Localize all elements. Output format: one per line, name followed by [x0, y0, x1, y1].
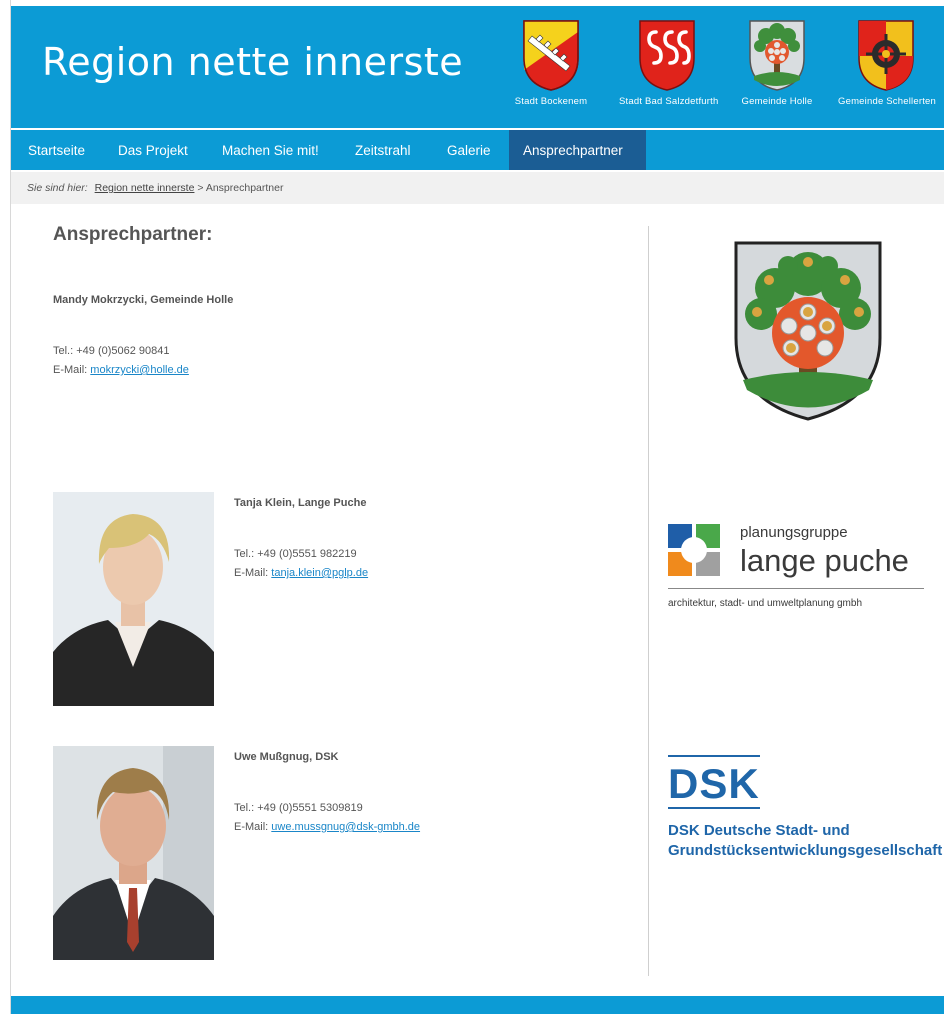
contact-email-label: E-Mail:: [234, 821, 269, 833]
breadcrumb: Sie sind hier: Region nette innerste > A…: [11, 172, 944, 204]
schellerten-crest-icon: [858, 20, 914, 91]
contact-name: Mandy Mokrzycki, Gemeinde Holle: [53, 294, 234, 306]
crest-schellerten[interactable]: Gemeinde Schellerten: [838, 18, 936, 107]
lange-puche-line1: planungsgruppe: [740, 524, 848, 541]
bockenem-crest-icon: [523, 20, 579, 91]
contact-email-link[interactable]: mokrzycki@holle.de: [90, 364, 189, 376]
site-title[interactable]: Region nette innerste: [42, 40, 463, 84]
dsk-rule-top: [668, 755, 760, 757]
breadcrumb-home-link[interactable]: Region nette innerste: [95, 182, 195, 194]
main-nav: Startseite Das Projekt Machen Sie mit! Z…: [11, 130, 944, 170]
nav-item-ansprechpartner[interactable]: Ansprechpartner: [509, 130, 646, 170]
bad-salzdetfurth-crest-icon: [639, 20, 695, 91]
contact-email-row: E-Mail: tanja.klein@pglp.de: [234, 567, 368, 579]
crest-label: Gemeinde Schellerten: [838, 96, 936, 107]
lange-puche-line2: lange puche: [740, 543, 909, 578]
lange-puche-rule: [668, 588, 924, 589]
contact-name: Uwe Mußgnug, DSK: [234, 751, 339, 763]
nav-item-galerie[interactable]: Galerie: [433, 130, 505, 170]
contact-email-link[interactable]: uwe.mussgnug@dsk-gmbh.de: [271, 821, 420, 833]
holle-crest-icon: [749, 20, 805, 91]
breadcrumb-prefix: Sie sind hier:: [27, 182, 88, 194]
dsk-line1: DSK Deutsche Stadt- und: [668, 822, 850, 839]
crest-bockenem[interactable]: Stadt Bockenem: [503, 18, 599, 107]
nav-item-das-projekt[interactable]: Das Projekt: [104, 130, 202, 170]
crest-label: Stadt Bockenem: [514, 96, 588, 107]
contact-email-label: E-Mail:: [234, 567, 269, 579]
contact-photo: [53, 492, 214, 706]
crest-holle[interactable]: Gemeinde Holle: [729, 18, 825, 107]
contact-phone: Tel.: +49 (0)5062 90841: [53, 345, 170, 357]
lange-puche-subtitle: architektur, stadt- und umweltplanung gm…: [668, 598, 862, 609]
dsk-rule-bottom: [668, 807, 760, 809]
lange-puche-mark-icon: [668, 524, 720, 576]
nav-item-machen-sie-mit[interactable]: Machen Sie mit!: [208, 130, 333, 170]
crest-label: Stadt Bad Salzdetfurth: [619, 96, 719, 107]
contact-email-link[interactable]: tanja.klein@pglp.de: [271, 567, 368, 579]
crest-bad-salzdetfurth[interactable]: Stadt Bad Salzdetfurth: [619, 18, 719, 107]
contact-email-row: E-Mail: uwe.mussgnug@dsk-gmbh.de: [234, 821, 420, 833]
nav-item-zeitstrahl[interactable]: Zeitstrahl: [341, 130, 425, 170]
contact-phone: Tel.: +49 (0)5551 5309819: [234, 802, 363, 814]
dsk-mark: DSK: [668, 760, 760, 807]
contact-phone: Tel.: +49 (0)5551 982219: [234, 548, 357, 560]
site-header: Region nette innerste Stadt Bockenem Sta…: [11, 6, 944, 128]
page-left-border: [0, 0, 11, 1014]
column-divider: [648, 226, 649, 976]
dsk-line2: Grundstücksentwicklungsgesellschaft: [668, 842, 943, 859]
holle-crest-large: [733, 240, 883, 426]
page-title: Ansprechpartner:: [53, 224, 213, 245]
contact-email-row: E-Mail: mokrzycki@holle.de: [53, 364, 189, 376]
breadcrumb-current: Ansprechpartner: [205, 182, 284, 194]
breadcrumb-separator: >: [194, 182, 206, 194]
nav-item-startseite[interactable]: Startseite: [14, 130, 99, 170]
contact-name: Tanja Klein, Lange Puche: [234, 497, 367, 509]
contact-email-label: E-Mail:: [53, 364, 88, 376]
crest-label: Gemeinde Holle: [741, 96, 813, 107]
holle-crest-icon: [734, 241, 882, 421]
site-footer: [11, 996, 944, 1014]
contact-photo: [53, 746, 214, 960]
